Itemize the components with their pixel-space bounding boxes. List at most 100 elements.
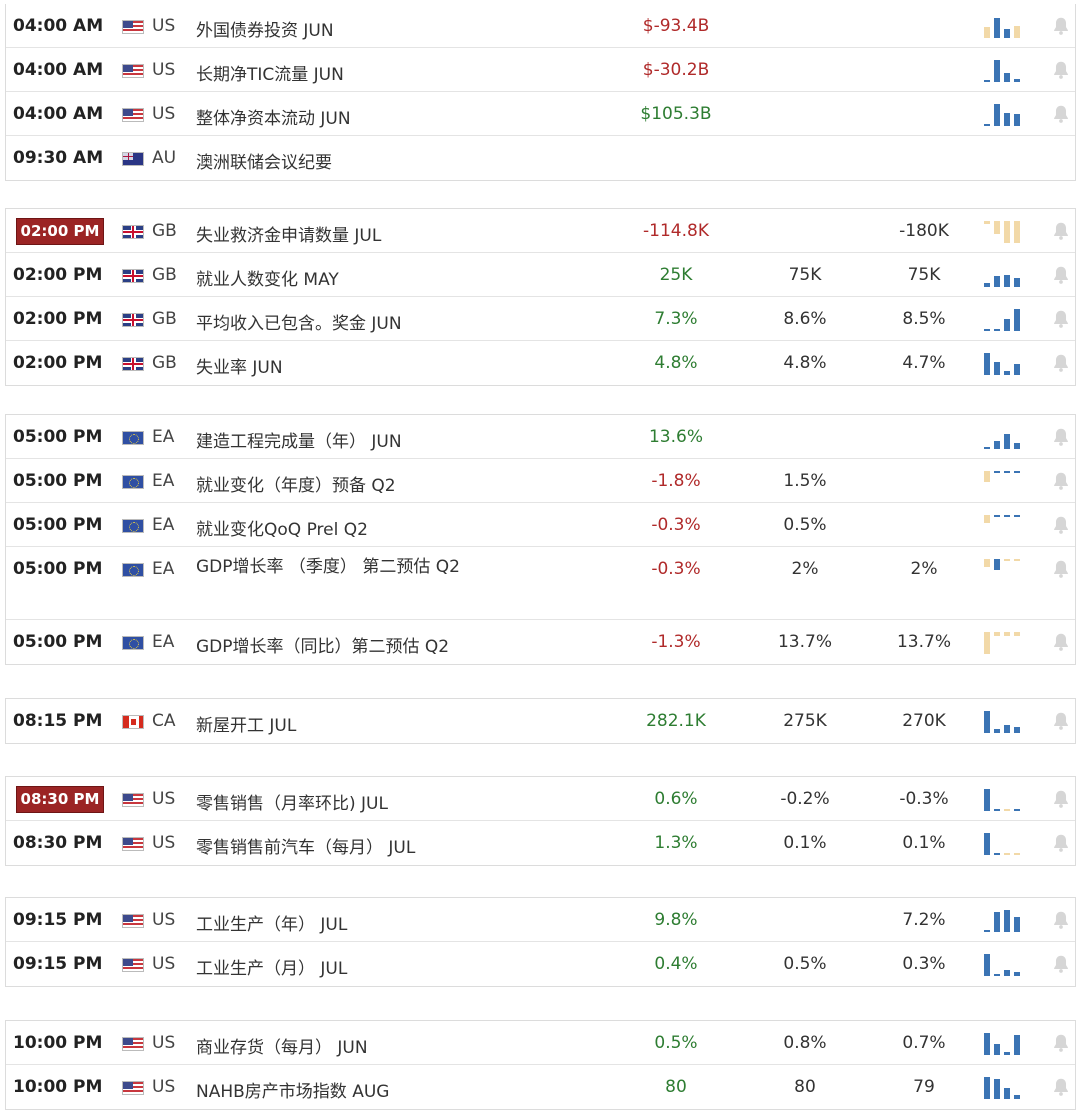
bell-icon[interactable] xyxy=(1050,953,1072,975)
history-sparkline-icon[interactable] xyxy=(982,632,1026,654)
bell-icon[interactable] xyxy=(1050,470,1072,492)
event-name-link[interactable]: 就业变化（年度）预备 Q2 xyxy=(196,471,396,496)
event-name-link[interactable]: 澳洲联储会议纪要 xyxy=(196,148,332,173)
bell-icon[interactable] xyxy=(1050,220,1072,242)
history-sparkline-icon[interactable] xyxy=(982,16,1026,38)
bell-icon[interactable] xyxy=(1050,426,1072,448)
event-name-link[interactable]: GDP增长率 （季度） 第二预估 Q2 xyxy=(196,553,496,581)
event-row[interactable]: 08:30 PM US 零售销售（月率环比) JUL 0.6% -0.2% -0.3% xyxy=(6,777,1075,821)
event-row[interactable]: 04:00 AM US 整体净资本流动 JUN $105.3B xyxy=(6,92,1075,136)
event-row[interactable]: 08:30 PM US 零售销售前汽车（每月） JUL 1.3% 0.1% 0.1% xyxy=(6,821,1075,865)
history-sparkline-icon[interactable] xyxy=(982,265,1026,287)
bell-icon[interactable] xyxy=(1050,103,1072,125)
currency-code: GB xyxy=(152,353,177,373)
bell-icon[interactable] xyxy=(1050,909,1072,931)
bell-icon[interactable] xyxy=(1050,264,1072,286)
event-name-link[interactable]: 零售销售（月率环比) JUL xyxy=(196,789,388,814)
history-sparkline-icon[interactable] xyxy=(982,711,1026,733)
history-sparkline-icon[interactable] xyxy=(982,910,1026,932)
event-name-link[interactable]: 长期净TIC流量 JUN xyxy=(196,60,344,85)
history-sparkline-icon[interactable] xyxy=(982,221,1026,243)
bell-icon[interactable] xyxy=(1050,832,1072,854)
event-name-link[interactable]: 商业存货（每月） JUN xyxy=(196,1033,368,1058)
history-sparkline-icon[interactable] xyxy=(982,789,1026,811)
bell-icon[interactable] xyxy=(1050,1032,1072,1054)
currency-code: US xyxy=(152,1033,176,1053)
event-name-link[interactable]: 失业救济金申请数量 JUL xyxy=(196,221,381,246)
event-row[interactable]: 02:00 PM GB 就业人数变化 MAY 25K 75K 75K xyxy=(6,253,1075,297)
sparkline-bar xyxy=(1004,29,1010,38)
event-row[interactable]: 02:00 PM GB 平均收入已包含。奖金 JUN 7.3% 8.6% 8.5% xyxy=(6,297,1075,341)
event-row[interactable]: 05:00 PM EA 就业变化（年度）预备 Q2 -1.8% 1.5% xyxy=(6,459,1075,503)
history-sparkline-icon[interactable] xyxy=(982,1033,1026,1055)
event-name-link[interactable]: 工业生产（年） JUL xyxy=(196,910,347,935)
event-name-link[interactable]: 平均收入已包含。奖金 JUN xyxy=(196,309,402,334)
event-row[interactable]: 09:15 PM US 工业生产（年） JUL 9.8% 7.2% xyxy=(6,898,1075,942)
currency-code: AU xyxy=(152,148,177,168)
event-time: 05:00 PM xyxy=(13,559,103,579)
sparkline-bar xyxy=(994,1044,1000,1055)
history-sparkline-icon[interactable] xyxy=(982,1077,1026,1099)
event-row[interactable]: 10:00 PM US 商业存货（每月） JUN 0.5% 0.8% 0.7% xyxy=(6,1021,1075,1065)
actual-value: 4.8% xyxy=(654,353,698,373)
event-row[interactable]: 04:00 AM US 外国债券投资 JUN $-93.4B xyxy=(6,4,1075,48)
history-sparkline-icon[interactable] xyxy=(982,559,1026,581)
event-name-link[interactable]: 建造工程完成量（年） JUN xyxy=(196,427,402,452)
previous-value: 270K xyxy=(902,711,946,731)
event-name-link[interactable]: 新屋开工 JUL xyxy=(196,711,296,736)
event-row[interactable]: 04:00 AM US 长期净TIC流量 JUN $-30.2B xyxy=(6,48,1075,92)
sparkline-bar xyxy=(1004,319,1010,331)
forecast-value: 2% xyxy=(791,559,819,579)
sparkline-bar xyxy=(984,559,990,567)
history-sparkline-icon[interactable] xyxy=(982,309,1026,331)
bell-icon[interactable] xyxy=(1050,514,1072,536)
event-row[interactable]: 09:15 PM US 工业生产（月） JUL 0.4% 0.5% 0.3% xyxy=(6,942,1075,986)
bell-icon[interactable] xyxy=(1050,59,1072,81)
currency-code: EA xyxy=(152,427,175,447)
history-sparkline-icon[interactable] xyxy=(982,471,1026,493)
event-name-link[interactable]: 零售销售前汽车（每月） JUL xyxy=(196,833,415,858)
event-name-link[interactable]: NAHB房产市场指数 AUG xyxy=(196,1077,389,1102)
bell-icon[interactable] xyxy=(1050,15,1072,37)
event-row[interactable]: 05:00 PM EA 就业变化QoQ Prel Q2 -0.3% 0.5% xyxy=(6,503,1075,547)
event-row[interactable]: 02:00 PM GB 失业率 JUN 4.8% 4.8% 4.7% xyxy=(6,341,1075,385)
event-name-link[interactable]: 工业生产（月） JUL xyxy=(196,954,347,979)
event-row[interactable]: 05:00 PM EA GDP增长率（同比）第二预估 Q2 -1.3% 13.7% 13.… xyxy=(6,620,1075,664)
forecast-value: 0.5% xyxy=(783,954,827,974)
event-row[interactable]: 09:30 AM AU 澳洲联储会议纪要 xyxy=(6,136,1075,180)
bell-icon[interactable] xyxy=(1050,788,1072,810)
bell-icon[interactable] xyxy=(1050,631,1072,653)
bell-icon[interactable] xyxy=(1050,710,1072,732)
history-sparkline-icon[interactable] xyxy=(982,515,1026,537)
forecast-value: 0.5% xyxy=(783,515,827,535)
sparkline-bar xyxy=(1014,79,1020,82)
history-sparkline-icon[interactable] xyxy=(982,954,1026,976)
event-name-link[interactable]: 就业人数变化 MAY xyxy=(196,265,339,290)
event-name-link[interactable]: 失业率 JUN xyxy=(196,353,283,378)
gb-flag-icon xyxy=(122,357,144,371)
event-name-link[interactable]: GDP增长率（同比）第二预估 Q2 xyxy=(196,632,449,657)
history-sparkline-icon[interactable] xyxy=(982,833,1026,855)
bell-icon[interactable] xyxy=(1050,558,1072,580)
event-time: 05:00 PM xyxy=(13,471,103,491)
event-name-link[interactable]: 外国债券投资 JUN xyxy=(196,16,334,41)
event-row[interactable]: 05:00 PM EA 建造工程完成量（年） JUN 13.6% xyxy=(6,415,1075,459)
event-row[interactable]: 10:00 PM US NAHB房产市场指数 AUG 80 80 79 xyxy=(6,1065,1075,1109)
history-sparkline-icon[interactable] xyxy=(982,60,1026,82)
event-name-link[interactable]: 整体净资本流动 JUN xyxy=(196,104,351,129)
history-sparkline-icon[interactable] xyxy=(982,353,1026,375)
us-flag-icon xyxy=(122,64,144,78)
sparkline-bar xyxy=(1014,443,1020,449)
history-sparkline-icon[interactable] xyxy=(982,104,1026,126)
event-name-link[interactable]: 就业变化QoQ Prel Q2 xyxy=(196,515,368,540)
bell-icon[interactable] xyxy=(1050,1076,1072,1098)
forecast-value: 1.5% xyxy=(783,471,827,491)
event-row[interactable]: 08:15 PM CA 新屋开工 JUL 282.1K 275K 270K xyxy=(6,699,1075,743)
bell-icon[interactable] xyxy=(1050,308,1072,330)
currency-code: EA xyxy=(152,515,175,535)
event-row[interactable]: 05:00 PM EA GDP增长率 （季度） 第二预估 Q2 -0.3% 2% 2% xyxy=(6,547,1075,620)
event-row[interactable]: 02:00 PM GB 失业救济金申请数量 JUL -114.8K -180K xyxy=(6,209,1075,253)
history-sparkline-icon[interactable] xyxy=(982,427,1026,449)
bell-icon[interactable] xyxy=(1050,352,1072,374)
gb-flag-icon xyxy=(122,269,144,283)
